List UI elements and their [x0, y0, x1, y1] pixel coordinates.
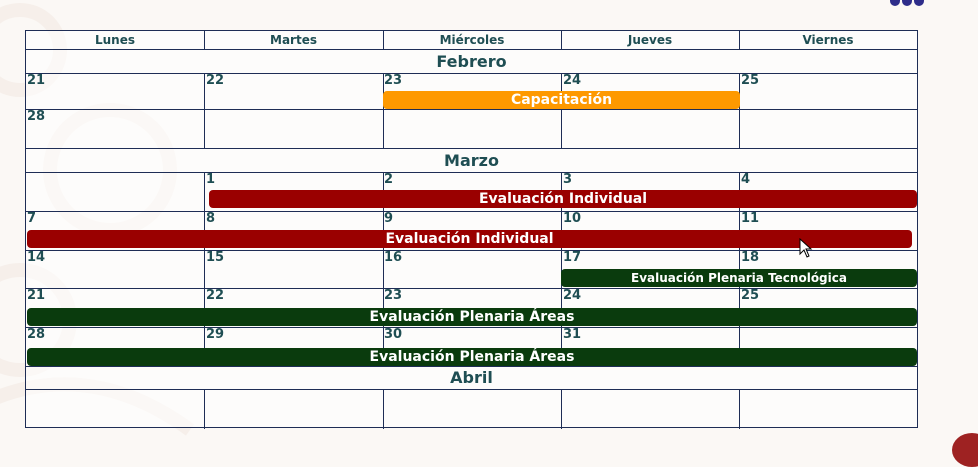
date-cell: 17 [563, 250, 582, 265]
date-cell: 22 [206, 73, 225, 88]
corner-logo-fragment [952, 433, 978, 467]
event-evaluacion-individual[interactable]: Evaluación Individual [27, 230, 912, 248]
month-label-abril: Abril [450, 368, 493, 387]
month-label-marzo: Marzo [444, 151, 499, 170]
weekday-header-jueves: Jueves [627, 33, 673, 47]
mouse-cursor-icon [799, 238, 813, 258]
date-cell: 24 [563, 288, 582, 303]
date-cell: 10 [563, 211, 582, 226]
weekday-header-martes: Martes [270, 33, 317, 47]
date-cell: 4 [741, 172, 751, 187]
date-cell: 24 [563, 73, 582, 88]
date-cell: 30 [384, 327, 403, 342]
calendar-grid: Lunes Martes Miércoles Jueves Viernes Fe… [25, 30, 918, 429]
date-cell: 1 [206, 172, 216, 187]
date-cell: 14 [27, 250, 46, 265]
event-evaluacion-plenaria-areas[interactable]: Evaluación Plenaria Áreas [27, 308, 917, 326]
date-cell: 28 [27, 109, 46, 124]
month-label-febrero: Febrero [436, 52, 507, 71]
date-cell: 23 [384, 73, 403, 88]
weekday-header-lunes: Lunes [94, 33, 135, 47]
weekday-header-viernes: Viernes [802, 33, 854, 47]
date-cell: 28 [27, 327, 46, 342]
date-cell: 3 [563, 172, 573, 187]
date-cell: 2 [384, 172, 394, 187]
date-cell: 25 [741, 288, 760, 303]
date-cell: 31 [563, 327, 582, 342]
date-cell: 16 [384, 250, 403, 265]
date-cell: 18 [741, 250, 760, 265]
date-cell: 21 [27, 288, 46, 303]
event-evaluacion-plenaria-areas[interactable]: Evaluación Plenaria Áreas [27, 348, 917, 366]
date-cell: 9 [384, 211, 394, 226]
date-cell: 8 [206, 211, 216, 226]
event-evaluacion-individual[interactable]: Evaluación Individual [209, 190, 917, 208]
date-cell: 25 [741, 73, 760, 88]
date-cell: 7 [27, 211, 37, 226]
weekday-header-miercoles: Miércoles [439, 33, 505, 47]
date-cell: 15 [206, 250, 225, 265]
event-capacitacion[interactable]: Capacitación [383, 91, 740, 109]
event-evaluacion-plenaria-tecnologica[interactable]: Evaluación Plenaria Tecnológica [561, 269, 917, 287]
date-cell: 21 [27, 73, 46, 88]
date-cell: 29 [206, 327, 225, 342]
date-cell: 23 [384, 288, 403, 303]
date-cell: 22 [206, 288, 225, 303]
date-cell: 11 [741, 211, 760, 226]
logo-fragment [890, 0, 924, 6]
